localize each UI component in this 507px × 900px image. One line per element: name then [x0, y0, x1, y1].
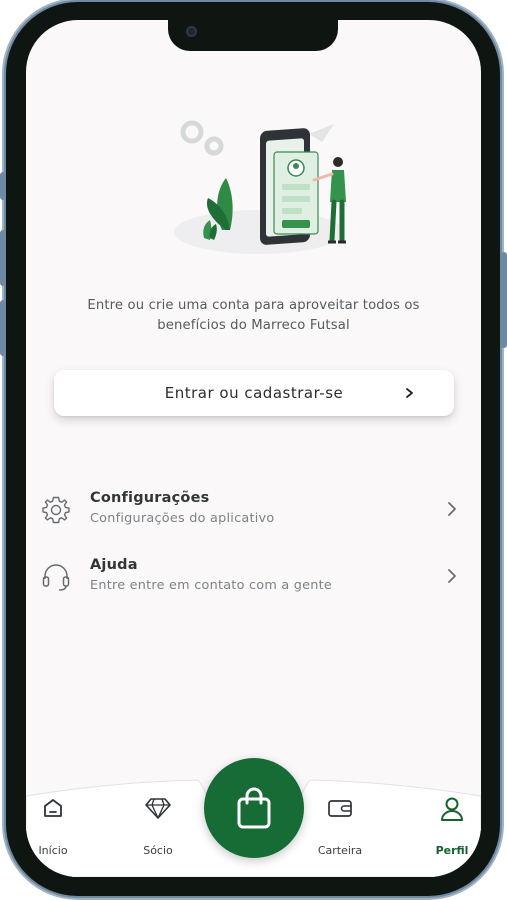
diamond-icon: [145, 798, 171, 819]
tab-carteira[interactable]: Carteira: [305, 796, 375, 876]
power-button: [501, 252, 507, 348]
tab-perfil[interactable]: Perfil: [417, 796, 481, 876]
app-screen: Entre ou crie uma conta para aproveitar …: [26, 20, 481, 877]
chevron-right-icon: [406, 388, 413, 398]
wallet-icon: [328, 800, 352, 817]
menu-title: Ajuda: [90, 557, 138, 573]
shop-center-button[interactable]: [204, 758, 304, 858]
menu-subtitle: Configurações do aplicativo: [90, 511, 275, 526]
login-signup-button[interactable]: Entrar ou cadastrar-se: [54, 370, 454, 416]
tab-label: Carteira: [317, 844, 363, 857]
volume-down-button: [0, 300, 6, 356]
shopping-bag-icon: [237, 787, 271, 829]
tab-label: Perfil: [435, 844, 469, 857]
notch: [168, 20, 338, 51]
headset-icon: [42, 564, 70, 591]
signup-illustration: [174, 120, 346, 254]
home-icon: [44, 799, 62, 817]
menu-item-help[interactable]: Ajuda Entre entre em contato com a gente: [40, 557, 460, 601]
tab-inicio[interactable]: Início: [26, 796, 88, 876]
intro-text: Entre ou crie uma conta para aproveitar …: [87, 298, 420, 333]
user-icon: [441, 797, 463, 821]
front-camera: [186, 26, 197, 37]
gear-icon: [42, 496, 70, 524]
tab-label: Início: [38, 844, 68, 857]
login-signup-label: Entrar ou cadastrar-se: [164, 384, 344, 402]
bottom-tab-bar: Início Sócio Carteira Perfil: [26, 758, 481, 877]
chevron-right-icon: [448, 569, 456, 583]
tab-socio[interactable]: Sócio: [123, 796, 193, 876]
menu-subtitle: Entre entre em contato com a gente: [90, 578, 333, 593]
chevron-right-icon: [448, 502, 456, 516]
volume-up-button: [0, 230, 6, 286]
mute-switch: [0, 172, 6, 200]
tab-label: Sócio: [143, 844, 173, 857]
menu-title: Configurações: [90, 490, 210, 506]
menu-item-settings[interactable]: Configurações Configurações do aplicativ…: [40, 490, 460, 534]
